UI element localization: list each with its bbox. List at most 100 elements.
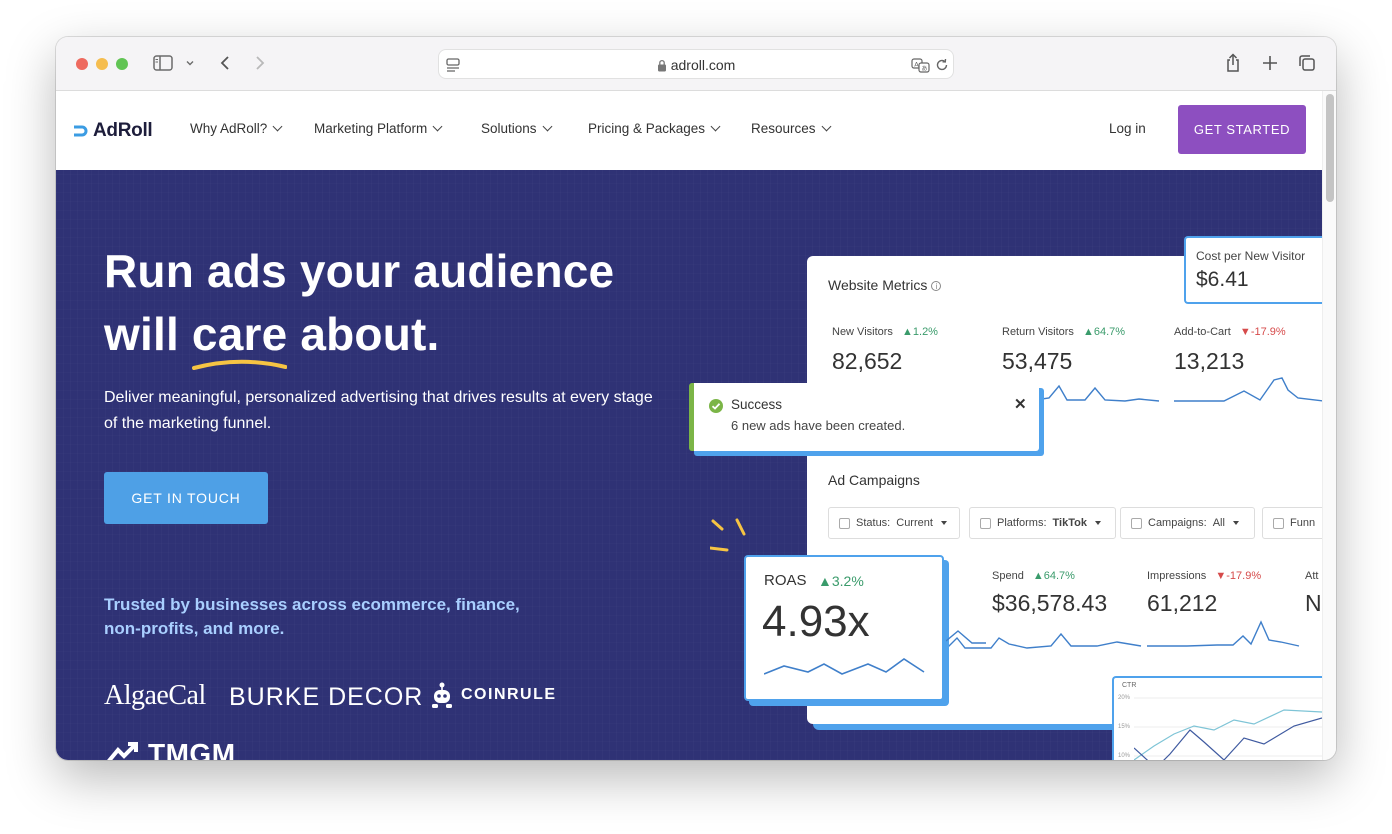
metric-delta: -17.9% xyxy=(1226,570,1262,582)
headline-line-1: Run ads your audience xyxy=(104,245,615,297)
filter-status[interactable]: Status: Current xyxy=(828,507,960,539)
delta-down-icon: ▼ xyxy=(1215,570,1227,582)
tab-overview-icon[interactable] xyxy=(1296,51,1318,75)
nav-item-marketing-platform[interactable]: Marketing Platform xyxy=(314,121,443,136)
adroll-logo-icon xyxy=(74,125,88,137)
chevron-down-icon xyxy=(542,121,552,132)
metric-new-visitors-value: 82,652 xyxy=(832,348,903,374)
checkbox[interactable] xyxy=(839,517,850,529)
caret-down-icon xyxy=(1232,521,1239,525)
hero-subheadline: Deliver meaningful, personalized adverti… xyxy=(104,389,653,432)
sidebar-toggle-icon[interactable] xyxy=(152,51,174,75)
hero-headline: Run ads your audience will care about. xyxy=(104,240,704,370)
scrollbar[interactable] xyxy=(1322,91,1336,760)
roas-card: ROAS ▲3.2% 4.93x xyxy=(744,555,944,701)
forward-icon[interactable] xyxy=(250,51,270,75)
get-started-button[interactable]: GET STARTED xyxy=(1178,105,1306,154)
filter-label: Funn xyxy=(1290,517,1316,529)
return-visitors-sparkline xyxy=(1035,384,1160,402)
roas-delta: 3.2% xyxy=(831,573,864,589)
cost-per-new-visitor-card: Cost per New Visitor $6.41 xyxy=(1184,236,1322,304)
nav-item-label: Why AdRoll? xyxy=(190,121,268,136)
info-icon[interactable]: i xyxy=(931,281,942,291)
cost-label: Cost per New Visitor xyxy=(1196,249,1306,263)
brand-logo-algaecal: AlgaeCal xyxy=(104,680,206,711)
roas-label: ROAS xyxy=(764,572,807,589)
success-title: Success xyxy=(731,397,783,412)
browser-toolbar: adroll.com Aあ xyxy=(56,37,1336,91)
translate-icon[interactable]: Aあ xyxy=(911,57,931,78)
metric-attribution-value: N xyxy=(1305,590,1322,616)
nav-item-solutions[interactable]: Solutions xyxy=(481,121,552,136)
headline-care-wrapper: care xyxy=(191,303,288,370)
nav-item-resources[interactable]: Resources xyxy=(751,121,831,136)
nav-item-label: Solutions xyxy=(481,121,537,136)
headline-care: care xyxy=(191,308,288,360)
page-content: AdRoll Why AdRoll? Marketing Platform So… xyxy=(56,91,1322,760)
reload-icon[interactable] xyxy=(935,58,949,77)
back-icon[interactable] xyxy=(215,51,235,75)
chevron-down-icon[interactable] xyxy=(183,51,197,75)
url-text: adroll.com xyxy=(670,57,736,73)
chevron-down-icon xyxy=(272,121,283,132)
checkbox[interactable] xyxy=(1273,517,1284,529)
trusted-by-text: Trusted by businesses across ecommerce, … xyxy=(104,595,520,638)
new-tab-icon[interactable] xyxy=(1259,51,1281,75)
metric-return-visitors-value: 53,475 xyxy=(1002,348,1073,374)
share-icon[interactable] xyxy=(1222,51,1244,75)
ctr-tick: 10% xyxy=(1118,753,1131,759)
metric-impressions-value: 61,212 xyxy=(1147,590,1218,616)
nav-item-label: Marketing Platform xyxy=(314,121,428,136)
checkbox[interactable] xyxy=(980,517,991,529)
delta-down-icon: ▼ xyxy=(1239,326,1251,338)
filter-campaigns[interactable]: Campaigns: All xyxy=(1120,507,1255,539)
chevron-down-icon xyxy=(710,121,721,132)
filter-funnel[interactable]: Funn xyxy=(1262,507,1322,539)
url-field[interactable]: adroll.com xyxy=(439,50,953,80)
browser-window: adroll.com Aあ AdRoll Why AdRoll? Marketi… xyxy=(56,37,1336,760)
metric-label-text: Impressions xyxy=(1147,570,1207,582)
delta-up-icon: ▲ xyxy=(1032,570,1044,582)
checkbox[interactable] xyxy=(1131,517,1142,529)
nav-item-label: Resources xyxy=(751,121,816,136)
nav-item-why-adroll[interactable]: Why AdRoll? xyxy=(190,121,283,136)
metric-spend-value: $36,578.43 xyxy=(992,590,1108,616)
roas-delta-wrap: ▲3.2% xyxy=(818,573,864,589)
metric-spend-label: Spend ▲64.7% xyxy=(992,570,1075,582)
zoom-window-button[interactable] xyxy=(116,58,128,70)
roas-card-trend-tail xyxy=(946,630,986,644)
delta-up-icon: ▲ xyxy=(1083,326,1094,338)
sparkle-icon xyxy=(710,518,746,552)
filter-platforms[interactable]: Platforms: TikTok xyxy=(969,507,1116,539)
ad-campaigns-title: Ad Campaigns xyxy=(828,472,920,488)
brand-logo-coinrule: COINRULE xyxy=(431,681,557,709)
metric-label-text: New Visitors xyxy=(832,326,893,338)
metric-add-to-cart-value: 13,213 xyxy=(1174,348,1245,374)
get-in-touch-button[interactable]: GET IN TOUCH xyxy=(104,472,268,524)
login-link[interactable]: Log in xyxy=(1109,121,1146,136)
caret-down-icon xyxy=(1094,521,1101,525)
hero-section: Run ads your audience will care about. D… xyxy=(56,170,1322,760)
success-message: 6 new ads have been created. xyxy=(731,418,906,433)
delta-up-icon: ▲ xyxy=(902,326,913,338)
minimize-window-button[interactable] xyxy=(96,58,108,70)
filter-label: Status: xyxy=(856,517,891,529)
brand-logo-burke-decor: BURKE DECOR xyxy=(229,683,424,711)
adroll-logo[interactable]: AdRoll xyxy=(73,118,153,144)
metrics-title-text: Website Metrics xyxy=(828,277,928,293)
nav-item-pricing-packages[interactable]: Pricing & Packages xyxy=(588,121,721,136)
filter-value: TikTok xyxy=(1052,517,1087,529)
close-icon[interactable]: ✕ xyxy=(1014,395,1027,413)
ctr-label: CTR xyxy=(1122,682,1137,689)
metric-label-text: Return Visitors xyxy=(1002,326,1074,338)
address-bar[interactable]: adroll.com Aあ xyxy=(438,49,954,79)
close-window-button[interactable] xyxy=(76,58,88,70)
metric-label-text: Add-to-Cart xyxy=(1174,326,1231,338)
logo-text: AdRoll xyxy=(93,120,153,141)
scrollbar-thumb[interactable] xyxy=(1326,94,1334,202)
filter-value: All xyxy=(1212,517,1225,529)
brand-logo-tmgm: TMGM xyxy=(106,738,236,760)
svg-text:あ: あ xyxy=(922,66,928,73)
metric-label-text: Spend xyxy=(992,570,1024,582)
check-circle-icon xyxy=(709,399,723,413)
